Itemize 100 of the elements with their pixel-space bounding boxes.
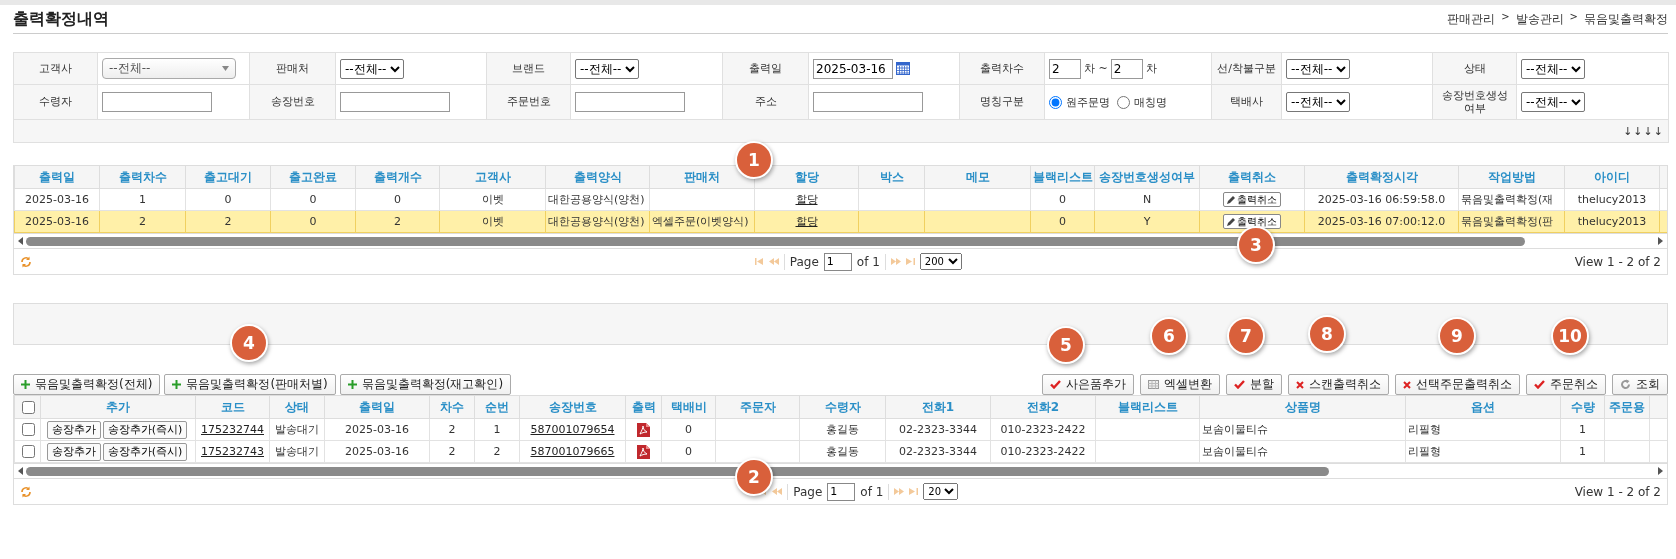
field-label: 상태 <box>1463 61 1486 76</box>
text-field[interactable] <box>575 92 685 112</box>
table-cell: 2025-03-16 06:59:58.0 <box>1317 193 1446 206</box>
table-link[interactable]: 할당 <box>795 193 818 206</box>
add-invoice-button[interactable]: 송장추가(즉시) <box>102 420 188 439</box>
check-icon <box>1050 380 1061 389</box>
table-link[interactable]: 할당 <box>795 215 818 228</box>
number-marker: 5 <box>1047 326 1085 364</box>
pdf-icon[interactable] <box>637 422 650 437</box>
page-field[interactable]: 1 <box>827 482 856 501</box>
number-field[interactable]: 2 <box>1049 58 1081 79</box>
refresh-icon <box>1620 379 1631 390</box>
scroll-left-icon[interactable] <box>18 467 23 475</box>
page-count: of 1 <box>856 254 880 269</box>
table-cell: 발송대기 <box>275 445 319 458</box>
number-field[interactable]: 2 <box>1110 58 1143 79</box>
scroll-right-icon[interactable] <box>1658 467 1663 475</box>
checkbox[interactable] <box>21 445 35 458</box>
toolbar-button[interactable]: 주문취소 <box>1526 374 1606 395</box>
calendar-icon[interactable] <box>896 62 910 75</box>
table-cell: 리필형 <box>1408 423 1441 436</box>
page-label: Page <box>793 484 823 499</box>
add-invoice-button[interactable]: 송장추가(즉시) <box>102 442 188 461</box>
table-cell: Y <box>1143 215 1151 228</box>
pencil-icon <box>1227 217 1235 226</box>
toolbar-button[interactable]: 스캔출력취소 <box>1288 374 1389 395</box>
refresh-icon[interactable] <box>20 485 32 498</box>
number-marker: 7 <box>1227 317 1265 355</box>
unit-label: 차 <box>1145 61 1157 76</box>
dropdown[interactable]: --전체-- <box>1521 92 1585 112</box>
table-cell: 1 <box>1579 445 1586 458</box>
radio-button[interactable] <box>1049 95 1062 109</box>
plus-icon <box>21 380 30 389</box>
radio-label: 매칭명 <box>1134 94 1167 110</box>
page-size-dropdown[interactable]: 20 <box>923 483 959 500</box>
checkbox[interactable] <box>21 423 35 436</box>
breadcrumb-item[interactable]: 판매관리 <box>1447 10 1496 28</box>
refresh-icon[interactable] <box>20 255 32 268</box>
table-cell: 2025-03-16 <box>345 445 409 458</box>
table-cell: thelucy2013 <box>1577 193 1647 206</box>
pdf-icon[interactable] <box>637 444 650 459</box>
toolbar-button[interactable]: 묶음및출력확정(판매처별) <box>164 374 336 395</box>
caret-icon <box>222 66 229 71</box>
table-cell: 2 <box>224 215 232 228</box>
table-cell: 엑셀주문(이벳양식) <box>652 215 749 228</box>
cancel-button[interactable]: 출력취소 <box>1223 214 1281 229</box>
table-cell: N <box>1142 193 1152 206</box>
add-invoice-button[interactable]: 송장추가 <box>46 420 101 439</box>
text-field[interactable] <box>340 92 450 112</box>
toolbar-button[interactable]: 사은품추가 <box>1042 374 1134 395</box>
field-label: 출력일 <box>749 61 782 76</box>
table-cell: 보솜이물티슈 <box>1202 423 1268 436</box>
table-cell: 홍길동 <box>826 423 859 436</box>
table-cell: 발송대기 <box>275 423 319 436</box>
table-cell: 리필형 <box>1408 445 1441 458</box>
checkbox[interactable] <box>21 400 35 414</box>
scroll-right-icon[interactable] <box>1658 237 1663 245</box>
table-cell: 대한공용양식(양천) <box>548 215 645 228</box>
table-cell: 2 <box>493 445 501 458</box>
table-cell: 1 <box>1579 423 1586 436</box>
table-cell: 0 <box>309 215 317 228</box>
field-label: 송장번호 <box>270 95 315 109</box>
field-label: 브랜드 <box>512 61 545 76</box>
breadcrumb-item[interactable]: 발송관리 <box>1515 10 1564 28</box>
field-label: 주소 <box>754 95 777 109</box>
toolbar-button[interactable]: 분할 <box>1226 374 1282 395</box>
dropdown[interactable]: --전체-- <box>575 58 639 79</box>
page-size-dropdown[interactable]: 200 <box>919 253 962 270</box>
table-cell: 홍길동 <box>826 445 859 458</box>
date-field[interactable]: 2025-03-16 <box>813 58 893 79</box>
add-invoice-button[interactable]: 송장추가 <box>46 442 101 461</box>
radio-button[interactable] <box>1117 95 1130 109</box>
toolbar-button[interactable]: 조회 <box>1612 374 1668 395</box>
table-cell: 0 <box>1059 215 1066 228</box>
field-label: 송장번호생성여부 <box>1440 88 1509 116</box>
field-label: 고객사 <box>39 61 72 76</box>
text-field[interactable] <box>102 92 212 112</box>
number-marker: 10 <box>1551 317 1589 355</box>
text-field[interactable] <box>813 92 923 112</box>
table-cell: 2025-03-16 <box>345 423 409 436</box>
toolbar-button[interactable]: 선택주문출력취소 <box>1395 374 1520 395</box>
field-label: 판매처 <box>276 61 309 76</box>
cancel-button[interactable]: 출력취소 <box>1223 192 1281 207</box>
table-cell: 1 <box>493 423 501 436</box>
toolbar-button[interactable]: 엑셀변환 <box>1140 374 1220 395</box>
table-cell: 0 <box>1059 193 1066 206</box>
breadcrumb-item[interactable]: 묶음및출력확정 <box>1584 10 1668 28</box>
toolbar-button[interactable]: 묶음및출력확정(재고확인) <box>339 374 512 395</box>
breadcrumb-separator: > <box>1569 10 1578 24</box>
dropdown[interactable]: --전체-- <box>1286 92 1350 112</box>
number-marker: 2 <box>735 458 773 496</box>
dropdown[interactable]: --전체-- <box>102 58 236 79</box>
table-cell: 0 <box>394 193 401 206</box>
dropdown[interactable]: --전체-- <box>1286 58 1350 79</box>
page-field[interactable]: 1 <box>823 252 852 271</box>
dropdown[interactable]: --전체-- <box>1521 58 1585 79</box>
toolbar-button[interactable]: 묶음및출력확정(전체) <box>13 374 161 395</box>
table-cell: 묶음및출력확정(판 <box>1461 215 1554 228</box>
scroll-left-icon[interactable] <box>18 237 23 245</box>
dropdown[interactable]: --전체-- <box>340 58 404 79</box>
